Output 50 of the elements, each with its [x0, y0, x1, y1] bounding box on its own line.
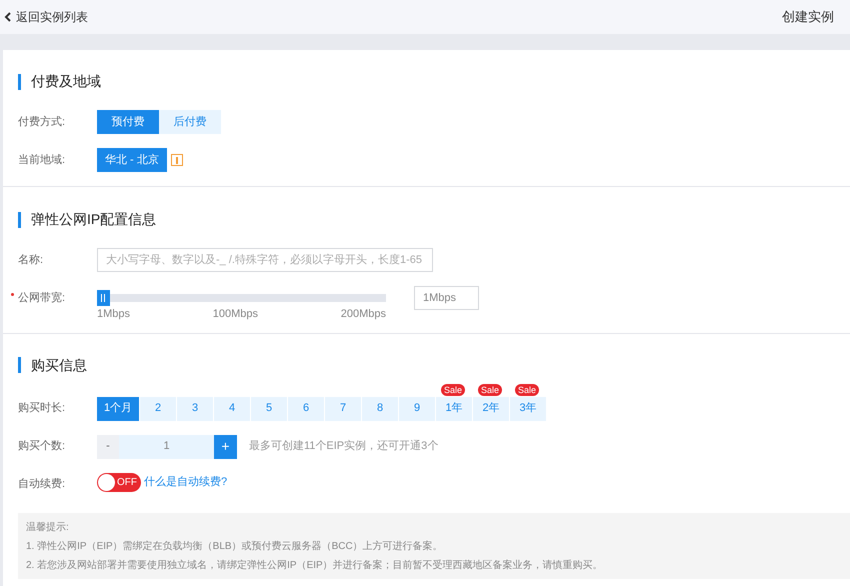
field-label: 名称:: [18, 252, 44, 268]
section-title: 付费及地域: [31, 72, 101, 91]
sale-badge: Sale: [441, 384, 466, 396]
duration-option[interactable]: 6: [288, 396, 324, 420]
payment-option[interactable]: 后付费: [159, 110, 221, 134]
quantity-hint: 最多可创建11个EIP实例，还可开通3个: [249, 438, 438, 454]
increment-button[interactable]: +: [214, 434, 237, 458]
field-label: 公网带宽:: [18, 290, 66, 306]
slider-tick-label: 1Mbps: [97, 307, 130, 322]
region-button[interactable]: 华北 - 北京: [97, 148, 167, 172]
field-label: 购买时长:: [18, 401, 66, 416]
auto-renew-toggle[interactable]: OFF: [97, 472, 141, 492]
field-label: 付费方式:: [18, 114, 66, 130]
duration-option[interactable]: 8: [362, 396, 398, 420]
back-link[interactable]: 返回实例列表: [4, 8, 88, 26]
field-label: 购买个数:: [18, 439, 66, 454]
quantity-field[interactable]: 1: [119, 434, 214, 458]
duration-option[interactable]: 3: [177, 396, 213, 420]
notice-line: 2. 若您涉及网站部署并需要使用独立域名，请绑定弹性公网IP（EIP）并进行备案；目前暂不受理西藏地区备案业务，请慎重购买。: [26, 558, 604, 572]
duration-option[interactable]: 7: [325, 396, 361, 420]
slider-tick-label: 200Mbps: [340, 307, 386, 322]
chevron-left-icon: [4, 12, 12, 22]
help-link[interactable]: 什么是自动续费?: [144, 474, 228, 490]
warning-icon: [170, 154, 183, 166]
section-marker: [18, 357, 21, 373]
name-field[interactable]: 大小写字母、数字以及-_ /.特殊字符，必须以字母开头，长度1-65: [97, 248, 433, 272]
page-title: 创建实例: [782, 8, 834, 26]
duration-option[interactable]: 5: [251, 396, 287, 420]
notice-line: 1. 弹性公网IP（EIP）需绑定在负载均衡（BLB）或预付费云服务器（BCC）上方可进行备案。: [26, 540, 444, 554]
duration-option[interactable]: 1个月: [97, 396, 139, 420]
duration-option[interactable]: 1年: [436, 396, 472, 420]
section-marker: [18, 212, 21, 228]
duration-option[interactable]: 3年: [510, 396, 546, 420]
sale-badge: Sale: [478, 384, 502, 396]
bandwidth-field[interactable]: 1Mbps: [414, 286, 479, 310]
duration-option[interactable]: 9: [399, 396, 435, 420]
sale-badge: Sale: [515, 384, 540, 396]
section-title: 弹性公网IP配置信息: [31, 210, 156, 229]
field-label: 当前地域:: [18, 152, 66, 168]
payment-option[interactable]: 预付费: [97, 110, 159, 134]
duration-option[interactable]: 4: [214, 396, 250, 420]
decrement-button[interactable]: -: [97, 434, 119, 458]
duration-option[interactable]: 2年: [473, 396, 509, 420]
slider-handle[interactable]: [97, 290, 110, 306]
field-label: 自动续费:: [18, 477, 66, 492]
duration-option[interactable]: 2: [140, 396, 176, 420]
section-marker: [18, 74, 21, 90]
slider-tick-label: 100Mbps: [212, 307, 258, 322]
notice-title: 温馨提示:: [26, 520, 70, 534]
section-title: 购买信息: [31, 356, 87, 374]
